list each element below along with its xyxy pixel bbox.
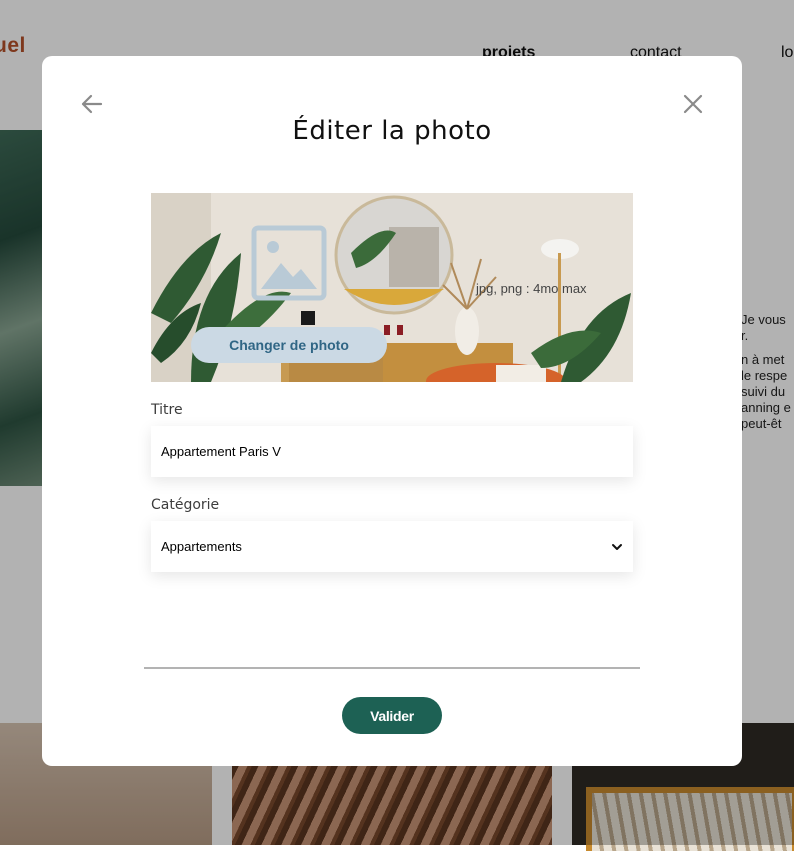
back-button[interactable] bbox=[79, 91, 105, 117]
close-button[interactable] bbox=[680, 91, 706, 117]
photo-preview[interactable]: jpg, png : 4mo max Changer de photo bbox=[151, 193, 633, 382]
title-input-value: Appartement Paris V bbox=[161, 444, 281, 459]
image-icon bbox=[251, 225, 327, 301]
submit-button[interactable]: Valider bbox=[342, 697, 442, 734]
chevron-down-icon bbox=[612, 543, 622, 550]
category-select[interactable]: Appartements bbox=[151, 521, 633, 572]
modal-title: Éditer la photo bbox=[292, 116, 492, 146]
title-field-label: Titre bbox=[151, 402, 183, 418]
category-field-label: Catégorie bbox=[151, 497, 220, 513]
title-input[interactable]: Appartement Paris V bbox=[151, 426, 633, 477]
close-icon bbox=[683, 94, 703, 114]
edit-photo-modal: Éditer la photo jpg, png: 4mo max Chang… bbox=[42, 56, 742, 766]
photo-format-hint: jpg, png : 4mo max bbox=[476, 281, 587, 296]
change-photo-button[interactable]: Changer de photo bbox=[191, 327, 387, 363]
arrow-left-icon bbox=[81, 94, 103, 114]
divider bbox=[144, 667, 640, 669]
category-select-value: Appartements bbox=[161, 539, 242, 554]
